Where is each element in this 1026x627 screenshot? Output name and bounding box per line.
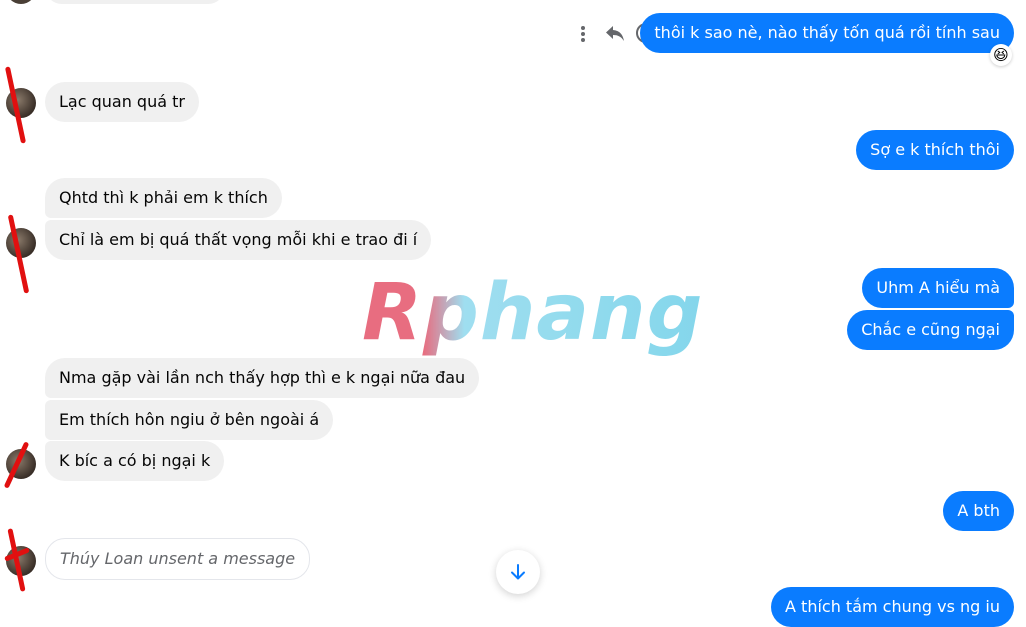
incoming-message[interactable]: Em thích hôn ngiu ở bên ngoài á: [45, 400, 334, 440]
outgoing-message[interactable]: A thích tắm chung vs ng iu: [771, 587, 1014, 627]
outgoing-message[interactable]: thôi k sao nè, nào thấy tốn quá rồi tính…: [640, 13, 1014, 53]
watermark-logo: Rphang: [362, 268, 704, 358]
scroll-to-bottom-button[interactable]: [496, 550, 540, 594]
outgoing-message[interactable]: Uhm A hiểu mà: [862, 268, 1014, 308]
avatar: [6, 0, 36, 4]
reply-icon[interactable]: [603, 21, 627, 45]
arrow-down-icon: [511, 564, 525, 580]
incoming-message[interactable]: Nma gặp vài lần nch thấy hợp thì e k ngạ…: [45, 358, 480, 398]
incoming-message[interactable]: Chỉ là em bị quá thất vọng mỗi khi e tra…: [45, 220, 432, 260]
reaction-laugh-icon[interactable]: 😆: [990, 44, 1012, 66]
message-bubble-cut: [45, 0, 225, 4]
incoming-message[interactable]: K bíc a có bị ngại k: [45, 441, 225, 481]
outgoing-message[interactable]: Chắc e cũng ngại: [847, 310, 1014, 350]
incoming-message[interactable]: Lạc quan quá tr: [45, 82, 199, 122]
unsent-message-notice: Thúy Loan unsent a message: [45, 538, 311, 580]
outgoing-message[interactable]: Sợ e k thích thôi: [856, 130, 1014, 170]
more-vertical-icon[interactable]: [571, 22, 595, 46]
outgoing-message[interactable]: A bth: [943, 491, 1014, 531]
incoming-message[interactable]: Qhtd thì k phải em k thích: [45, 178, 282, 218]
